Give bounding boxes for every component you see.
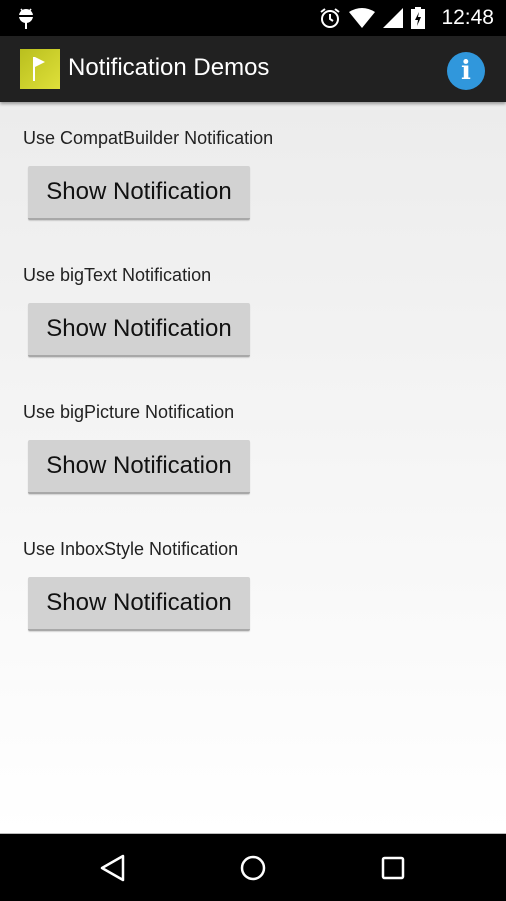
info-icon[interactable]: i (447, 52, 485, 90)
show-notification-inboxstyle-button[interactable]: Show Notification (28, 577, 250, 631)
battery-charging-icon (411, 7, 426, 29)
main-content: Use CompatBuilder Notification Show Noti… (0, 102, 506, 833)
wifi-icon (349, 8, 376, 28)
show-notification-bigpicture-button[interactable]: Show Notification (28, 440, 250, 494)
navigation-bar (0, 833, 506, 901)
section-label-inboxstyle: Use InboxStyle Notification (23, 539, 239, 559)
clock: 12:48 (441, 6, 494, 29)
section-label-compat: Use CompatBuilder Notification (23, 128, 274, 148)
android-icon (19, 8, 33, 29)
section-label-bigtext: Use bigText Notification (23, 265, 212, 285)
signal-icon (383, 8, 404, 28)
show-notification-compat-button[interactable]: Show Notification (28, 166, 250, 220)
flag-icon (33, 57, 45, 81)
home-icon[interactable] (236, 851, 270, 885)
back-icon[interactable] (96, 851, 130, 885)
app-title: Notification Demos (68, 54, 270, 81)
alarm-icon (320, 8, 341, 28)
recents-icon[interactable] (376, 851, 410, 885)
action-bar: Notification Demos i (0, 36, 506, 102)
status-bar: 12:48 (0, 0, 506, 36)
section-label-bigpicture: Use bigPicture Notification (23, 402, 235, 422)
show-notification-bigtext-button[interactable]: Show Notification (28, 303, 250, 357)
app-logo (20, 49, 60, 89)
